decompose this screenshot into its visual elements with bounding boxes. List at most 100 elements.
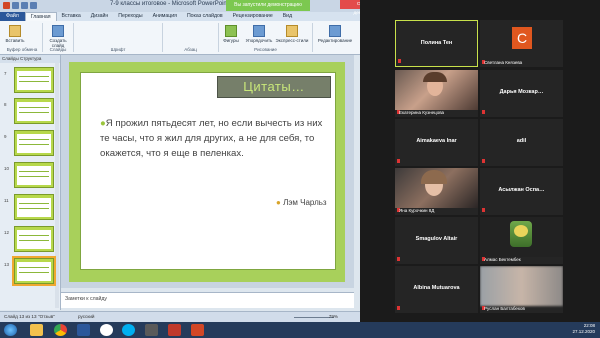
quote-text: Я прожил пятьдесят лет, но если вычесть …	[100, 118, 323, 159]
participant-tile[interactable]: Яна Курочкин 8Д	[395, 168, 478, 215]
start-icon[interactable]	[4, 324, 17, 336]
slide-thumbnail[interactable]	[14, 98, 54, 124]
tab-insert[interactable]: Вставка	[57, 12, 86, 21]
shapes-icon	[225, 25, 237, 37]
drawing-group-label: Рисование	[254, 47, 277, 52]
participant-name: Полина Тен	[420, 40, 453, 46]
arrange-icon	[253, 25, 265, 37]
tab-transitions[interactable]: Переходы	[113, 12, 147, 21]
slide-title-box[interactable]: Цитаты…	[217, 76, 331, 98]
participant-name: adil	[516, 138, 527, 144]
slide-number: 9	[4, 134, 7, 139]
slide-thumbnail[interactable]	[14, 130, 54, 156]
tab-home[interactable]: Главная	[24, 12, 57, 21]
explorer-icon[interactable]	[30, 324, 43, 336]
yandex-icon[interactable]	[100, 324, 113, 336]
shapes-label: Фигуры	[223, 38, 239, 43]
slide-title: Цитаты…	[243, 79, 305, 94]
zoom-icon[interactable]	[168, 324, 181, 336]
tab-design[interactable]: Дизайн	[86, 12, 113, 21]
undo-icon[interactable]	[21, 2, 28, 9]
taskbar: 22:08 27.12.2020	[0, 322, 600, 338]
participant-name: Алмас Бектембек	[484, 257, 521, 262]
quick-styles-button[interactable]: Экспресс-стили	[275, 25, 309, 43]
editing-button[interactable]: Редактирование	[315, 25, 355, 43]
mic-muted-icon	[482, 159, 485, 163]
system-clock[interactable]: 22:08 27.12.2020	[572, 323, 595, 335]
slide-number: 12	[4, 230, 10, 235]
slide-number: 13	[4, 262, 10, 267]
paste-label: Вставить	[5, 38, 25, 43]
author-text: Лэм Чарльз	[283, 198, 327, 207]
paste-icon	[9, 25, 21, 37]
slide-thumbnail[interactable]	[14, 226, 54, 252]
participant-tile[interactable]: Руслан Балтабеков	[480, 266, 563, 313]
drawing-group: Фигуры Упорядочить Экспресс-стили Рисова…	[219, 23, 313, 52]
new-slide-button[interactable]: Создать слайд	[45, 25, 71, 48]
chrome-icon[interactable]	[54, 324, 67, 336]
window-title: 7-9 классы итоговое - Microsoft PowerPoi…	[110, 1, 229, 7]
editing-group: Редактирование	[313, 23, 357, 52]
quick-styles-label: Экспресс-стили	[275, 38, 309, 43]
participant-tile[interactable]: Асылжан Оспа…	[480, 168, 563, 215]
participant-video	[395, 168, 478, 208]
slide-number: 8	[4, 102, 7, 107]
participant-name: Smagulov Altair	[415, 236, 458, 242]
participant-tile[interactable]: Дарья Мозкар…	[480, 70, 563, 117]
participant-tile[interactable]: adil	[480, 119, 563, 166]
save-icon[interactable]	[12, 2, 19, 9]
powerpoint-icon[interactable]	[191, 324, 204, 336]
participant-tile[interactable]: Екатерина Кузнецова	[395, 70, 478, 117]
arrange-label: Упорядочить	[245, 38, 273, 43]
powerpoint-window: 7-9 классы итоговое - Microsoft PowerPoi…	[0, 0, 360, 322]
tab-animation[interactable]: Анимация	[148, 12, 182, 21]
participant-tile[interactable]: Albina Mutuarova	[395, 266, 478, 313]
participant-tile[interactable]: Aimakaeva Inar	[395, 119, 478, 166]
slide-quote[interactable]: ●Я прожил пятьдесят лет, но если вычесть…	[100, 116, 332, 161]
new-slide-icon	[52, 25, 64, 37]
quick-styles-icon	[286, 25, 298, 37]
panel-tabs[interactable]: Слайды Структура	[0, 55, 60, 63]
participant-tile[interactable]: Smagulov Altair	[395, 217, 478, 264]
clipboard-group-label: Буфер обмена	[6, 47, 38, 52]
slide-number: 10	[4, 166, 10, 171]
tab-file[interactable]: Файл	[0, 12, 25, 21]
participant-video	[480, 266, 563, 306]
zoom-level[interactable]: 79%	[329, 314, 338, 319]
paste-button[interactable]: Вставить	[5, 25, 25, 43]
zoom-gallery: Полина Тен C Светлана Князева Екатерина …	[360, 0, 600, 322]
slide-thumbnail-selected[interactable]	[12, 256, 56, 286]
mic-muted-icon	[397, 257, 400, 261]
shapes-button[interactable]: Фигуры	[221, 25, 241, 43]
word-icon[interactable]	[77, 324, 90, 336]
tab-review[interactable]: Рецензирование	[228, 12, 278, 21]
participant-tile[interactable]: Полина Тен	[395, 20, 478, 67]
redo-icon[interactable]	[30, 2, 37, 9]
panel-scrollbar[interactable]	[55, 63, 59, 308]
slide-thumbnail[interactable]	[14, 162, 54, 188]
mic-muted-icon	[398, 59, 401, 63]
participant-video	[395, 70, 478, 110]
ribbon: Вставить Буфер обмена Создать слайд Слай…	[0, 21, 360, 55]
screen-share-notice: Вы запустили демонстрацию экрана	[226, 0, 310, 19]
participant-name: Aimakaeva Inar	[416, 138, 457, 144]
participant-tile[interactable]: Алмас Бектембек	[480, 217, 563, 264]
avatar: C	[512, 27, 532, 49]
slide-thumbnail[interactable]	[14, 194, 54, 220]
slide-thumbnail[interactable]	[14, 67, 54, 93]
clock-date: 27.12.2020	[572, 329, 595, 334]
participant-name: Дарья Мозкар…	[499, 89, 544, 95]
theme-name: "Отзыв"	[38, 314, 55, 319]
participant-tile[interactable]: C Светлана Князева	[480, 20, 563, 67]
tab-slideshow[interactable]: Показ слайдов	[182, 12, 228, 21]
language[interactable]: русский	[78, 314, 94, 319]
skype-icon[interactable]	[122, 324, 135, 336]
slide-author[interactable]: ● Лэм Чарльз	[276, 198, 327, 207]
media-icon[interactable]	[145, 324, 158, 336]
arrange-button[interactable]: Упорядочить	[245, 25, 273, 43]
current-slide[interactable]: Цитаты… ●Я прожил пятьдесят лет, но если…	[69, 62, 345, 282]
notes-field[interactable]: Заметки к слайду	[61, 292, 354, 308]
slide-count: Слайд 13 из 13	[4, 314, 37, 319]
tab-view[interactable]: Вид	[278, 12, 297, 21]
find-icon	[329, 25, 341, 37]
